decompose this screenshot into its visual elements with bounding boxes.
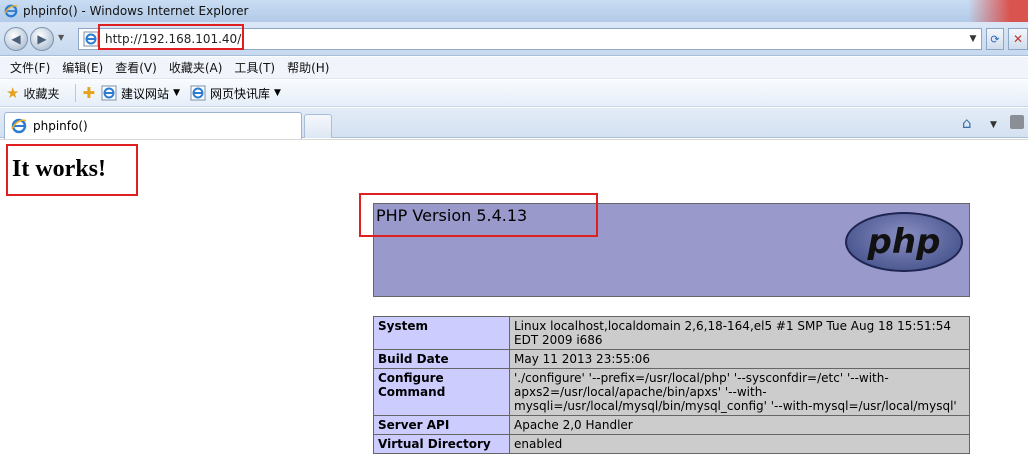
chevron-down-icon[interactable]: ▼: [990, 120, 997, 130]
window-title: phpinfo() - Windows Internet Explorer: [23, 4, 249, 18]
ie-page-icon: [190, 85, 206, 101]
address-dropdown-icon[interactable]: ▼: [966, 30, 980, 48]
php-info-table: System Linux localhost,localdomain 2,6,1…: [373, 316, 970, 454]
menu-edit[interactable]: 编辑(E): [56, 59, 109, 76]
url-highlight-box: [98, 24, 244, 50]
web-slice-gallery-label: 网页快讯库: [209, 86, 270, 101]
row-value: May 11 2013 23:55:06: [509, 349, 970, 369]
tab-bar: phpinfo() ⌂ ▼: [0, 108, 1028, 139]
page-icon: [83, 31, 99, 47]
row-key: Build Date: [373, 349, 510, 369]
table-row: Configure Command './configure' '--prefi…: [373, 368, 970, 416]
row-key: Server API: [373, 415, 510, 435]
title-bar: phpinfo() - Windows Internet Explorer: [0, 0, 1028, 22]
menu-favorites[interactable]: 收藏夹(A): [163, 59, 229, 76]
menu-tools[interactable]: 工具(T): [228, 59, 281, 76]
heading-highlight-box: [6, 144, 138, 196]
back-button[interactable]: ◀: [4, 27, 28, 51]
add-favorite-icon[interactable]: ✚: [82, 84, 95, 102]
home-icon[interactable]: ⌂: [962, 114, 972, 132]
menu-help[interactable]: 帮助(H): [281, 59, 335, 76]
row-value: Apache 2,0 Handler: [509, 415, 970, 435]
history-dropdown-icon[interactable]: ▼: [58, 33, 64, 42]
chevron-down-icon: ▼: [173, 88, 180, 98]
new-tab-button[interactable]: [304, 114, 332, 138]
forward-button[interactable]: ▶: [30, 27, 54, 51]
favorites-bar: ★ 收藏夹 ✚ 建议网站 ▼ 网页快讯库 ▼: [0, 80, 1028, 107]
separator: [75, 84, 77, 102]
ie-page-icon: [101, 85, 117, 101]
table-row: Build Date May 11 2013 23:55:06: [373, 349, 970, 369]
tab-title: phpinfo(): [33, 119, 88, 133]
compat-view-button[interactable]: ⟳: [986, 28, 1004, 50]
ie-icon: [11, 118, 27, 134]
menu-file[interactable]: 文件(F): [4, 59, 56, 76]
table-row: Server API Apache 2,0 Handler: [373, 415, 970, 435]
row-value: enabled: [509, 434, 970, 454]
page-content: It works! PHP Version 5.4.13 php System …: [0, 139, 1028, 454]
favorites-label: 收藏夹: [23, 86, 60, 101]
suggested-sites-link[interactable]: 建议网站 ▼: [101, 85, 180, 102]
refresh-stop-button[interactable]: ✕: [1008, 28, 1028, 50]
row-value: Linux localhost,localdomain 2,6,18-164,e…: [509, 316, 970, 350]
table-row: System Linux localhost,localdomain 2,6,1…: [373, 316, 970, 350]
row-value: './configure' '--prefix=/usr/local/php' …: [509, 368, 970, 416]
window-controls[interactable]: [968, 0, 1028, 22]
suggested-sites-label: 建议网站: [121, 86, 170, 101]
menu-view[interactable]: 查看(V): [109, 59, 163, 76]
table-row: Virtual Directory enabled: [373, 434, 970, 454]
tab-phpinfo[interactable]: phpinfo(): [4, 112, 302, 139]
star-icon: ★: [6, 84, 20, 102]
row-key: System: [373, 316, 510, 350]
row-key: Configure Command: [373, 368, 510, 416]
feeds-icon[interactable]: [1010, 115, 1024, 129]
php-logo[interactable]: php: [845, 212, 963, 272]
menu-bar: 文件(F) 编辑(E) 查看(V) 收藏夹(A) 工具(T) 帮助(H): [0, 57, 1028, 79]
row-key: Virtual Directory: [373, 434, 510, 454]
version-highlight-box: [359, 193, 598, 237]
chevron-down-icon: ▼: [274, 88, 281, 98]
ie-icon: [4, 4, 18, 18]
web-slice-gallery-link[interactable]: 网页快讯库 ▼: [190, 85, 281, 102]
favorites-button[interactable]: ★ 收藏夹: [6, 84, 59, 102]
